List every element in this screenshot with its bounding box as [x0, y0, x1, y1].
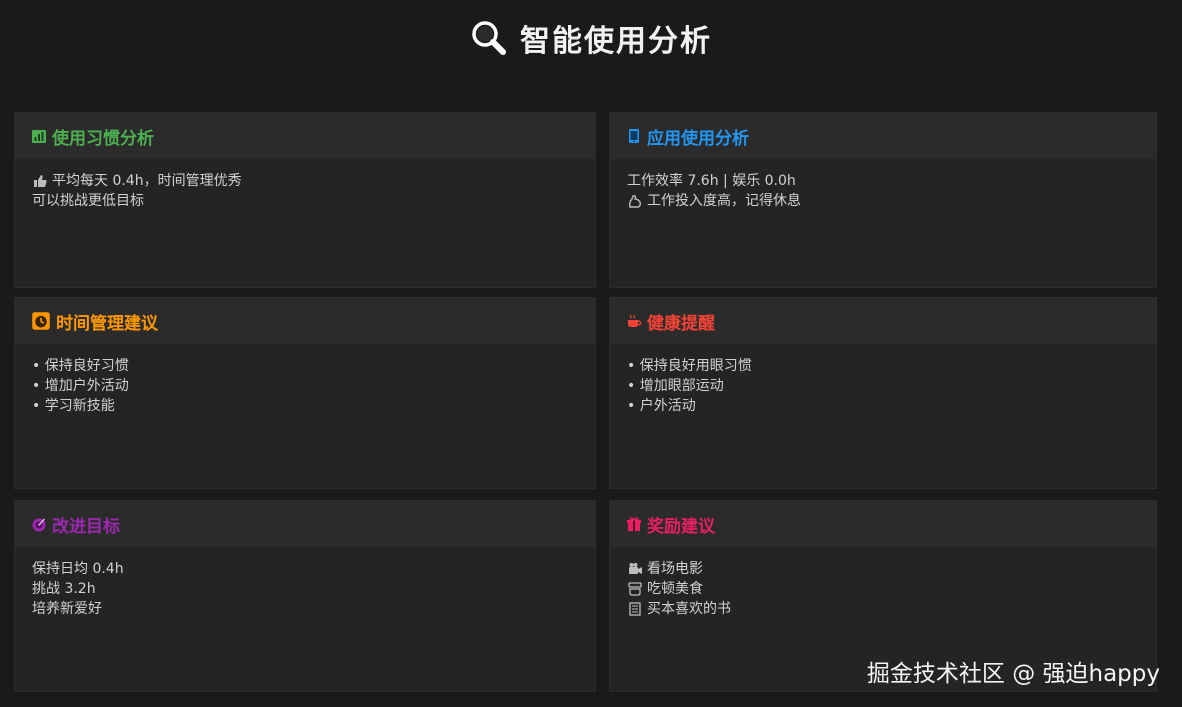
book-icon	[629, 602, 641, 616]
list-item-text: • 增加眼部运动	[627, 378, 724, 394]
card-header: 应用使用分析	[610, 113, 1156, 159]
card-body: • 保持良好用眼习惯 • 增加眼部运动 • 户外活动	[610, 344, 1156, 416]
list-item-text: 工作投入度高，记得休息	[647, 193, 801, 209]
list-item: 买本喜欢的书	[627, 599, 1156, 619]
card-title: 健康提醒	[647, 313, 715, 334]
hot-beverage-icon	[628, 314, 642, 327]
list-item-text: • 保持良好用眼习惯	[627, 358, 752, 374]
card-body: • 保持良好习惯 • 增加户外活动 • 学习新技能	[15, 344, 595, 416]
list-item-text: • 保持良好习惯	[32, 358, 129, 374]
list-item: 培养新爱好	[32, 599, 595, 619]
list-item: • 户外活动	[627, 396, 1156, 416]
list-item: 可以挑战更低目标	[32, 191, 595, 211]
list-item-text: • 学习新技能	[32, 398, 115, 414]
card-title: 应用使用分析	[647, 128, 749, 149]
list-item: 挑战 3.2h	[32, 579, 595, 599]
improvement-goal-card: 改进目标 保持日均 0.4h 挑战 3.2h 培养新爱好	[14, 500, 596, 692]
card-title: 奖励建议	[647, 516, 715, 537]
thumbs-up-icon	[34, 175, 47, 187]
target-icon	[32, 518, 46, 532]
list-item-text: 可以挑战更低目标	[32, 193, 144, 209]
list-item-text: 培养新爱好	[32, 601, 102, 617]
page-title: 智能使用分析	[520, 24, 712, 59]
app-analysis-card: 应用使用分析 工作效率 7.6h | 娱乐 0.0h 工作投入度高，记得休息	[609, 112, 1157, 288]
list-item-text: • 户外活动	[627, 398, 696, 414]
bar-chart-icon	[32, 130, 46, 143]
list-item-text: 工作效率 7.6h | 娱乐 0.0h	[627, 173, 796, 189]
watermark: 掘金技术社区 @ 强迫happy	[866, 661, 1160, 687]
list-item-text: 看场电影	[647, 561, 703, 577]
list-item-text: 平均每天 0.4h，时间管理优秀	[52, 173, 242, 189]
card-body: 工作效率 7.6h | 娱乐 0.0h 工作投入度高，记得休息	[610, 159, 1156, 211]
card-header: 健康提醒	[610, 298, 1156, 344]
analysis-page: 智能使用分析 使用习惯分析 平均每天 0.4h，时间管理优秀 可以挑战更低目标	[0, 0, 1182, 707]
gift-icon	[627, 517, 641, 531]
card-header: 奖励建议	[610, 501, 1156, 547]
list-item: • 增加眼部运动	[627, 376, 1156, 396]
list-item-text: 吃顿美食	[647, 581, 703, 597]
card-title: 使用习惯分析	[52, 128, 154, 149]
card-title: 改进目标	[52, 516, 120, 537]
card-body: 保持日均 0.4h 挑战 3.2h 培养新爱好	[15, 547, 595, 619]
list-item: • 增加户外活动	[32, 376, 595, 396]
list-item: • 保持良好用眼习惯	[627, 356, 1156, 376]
list-item-text: 挑战 3.2h	[32, 581, 96, 597]
card-header: 时间管理建议	[15, 298, 595, 344]
card-title: 时间管理建议	[56, 313, 158, 334]
time-advice-card: 时间管理建议 • 保持良好习惯 • 增加户外活动 • 学习新技能	[14, 297, 596, 489]
list-item: 平均每天 0.4h，时间管理优秀	[32, 171, 595, 191]
phone-icon	[629, 129, 639, 143]
list-item: 看场电影	[627, 559, 1156, 579]
page-header: 智能使用分析	[0, 14, 1182, 62]
movie-camera-icon	[629, 563, 642, 574]
alarm-clock-icon	[32, 312, 50, 330]
list-item: 工作效率 7.6h | 娱乐 0.0h	[627, 171, 1156, 191]
card-body: 平均每天 0.4h，时间管理优秀 可以挑战更低目标	[15, 159, 595, 211]
list-item: • 保持良好习惯	[32, 356, 595, 376]
flexed-arm-icon	[629, 194, 641, 208]
list-item: 保持日均 0.4h	[32, 559, 595, 579]
card-header: 使用习惯分析	[15, 113, 595, 159]
list-item-text: 保持日均 0.4h	[32, 561, 124, 577]
food-icon	[628, 582, 642, 596]
card-body: 看场电影 吃顿美食 买本喜欢的书	[610, 547, 1156, 619]
list-item: 工作投入度高，记得休息	[627, 191, 1156, 211]
list-item: 吃顿美食	[627, 579, 1156, 599]
habit-analysis-card: 使用习惯分析 平均每天 0.4h，时间管理优秀 可以挑战更低目标	[14, 112, 596, 288]
health-reminder-card: 健康提醒 • 保持良好用眼习惯 • 增加眼部运动 • 户外活动	[609, 297, 1157, 489]
list-item-text: • 增加户外活动	[32, 378, 129, 394]
list-item: • 学习新技能	[32, 396, 595, 416]
magnifier-icon	[472, 21, 506, 55]
card-header: 改进目标	[15, 501, 595, 547]
list-item-text: 买本喜欢的书	[647, 601, 731, 617]
